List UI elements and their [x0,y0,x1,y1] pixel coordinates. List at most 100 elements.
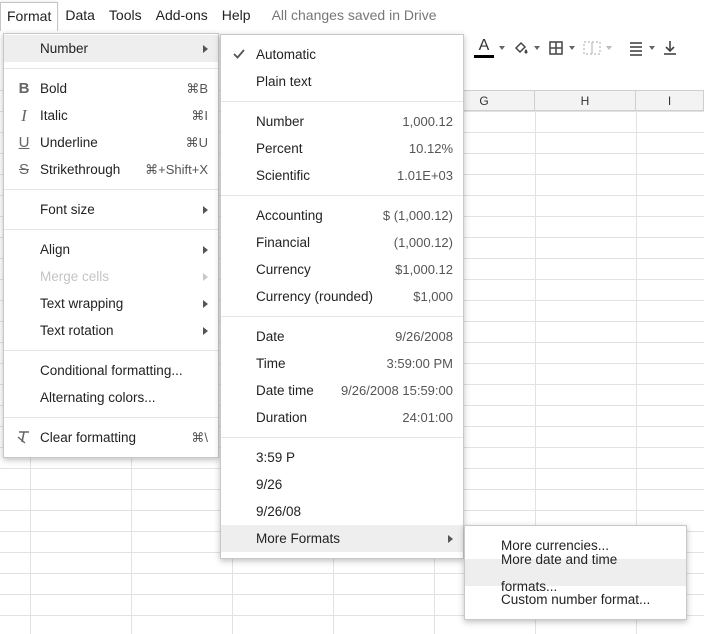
fill-color-button[interactable] [513,35,540,61]
menu-separator [4,350,218,351]
format-example: 9/26/2008 [395,329,453,344]
menu-separator [4,68,218,69]
menu-separator [221,437,463,438]
underline-icon: U [18,134,30,151]
format-alternating-colors-item[interactable]: Alternating colors... [4,384,218,411]
menu-item-label: Percent [256,141,303,156]
menu-help[interactable]: Help [215,2,258,28]
menu-item-label: More Formats [256,531,341,546]
merge-cells-icon [583,41,601,55]
menu-item-label: Italic [40,108,68,123]
menu-item-label: Accounting [256,208,323,223]
text-color-icon: A [474,38,494,58]
menu-separator [221,101,463,102]
menu-item-label: 9/26/08 [256,504,302,519]
format-text-rotation-item[interactable]: Text rotation [4,317,218,344]
borders-icon [549,41,563,55]
checkmark-icon [231,41,247,70]
number-currency-item[interactable]: Currency $1,000.12 [221,256,463,283]
menu-item-label: Currency [256,262,311,277]
menu-item-label: Underline [40,135,98,150]
custom-number-format-item[interactable]: Custom number format... [465,586,686,613]
shortcut: ⌘\ [191,430,208,445]
menu-item-label: Alternating colors... [40,390,156,405]
menu-item-label: 9/26 [256,477,283,492]
menu-tools[interactable]: Tools [102,2,149,28]
text-color-bar [474,55,494,58]
number-date-item[interactable]: Date 9/26/2008 [221,323,463,350]
number-automatic-item[interactable]: Automatic [221,41,463,68]
toolbar: A [462,30,704,66]
borders-button[interactable] [548,35,575,61]
format-underline-item[interactable]: U Underline ⌘U [4,129,218,156]
format-example: $1,000.12 [395,262,453,277]
chevron-down-icon [606,46,612,50]
number-currency-rounded-item[interactable]: Currency (rounded) $1,000 [221,283,463,310]
number-date-time-item[interactable]: Date time 9/26/2008 15:59:00 [221,377,463,404]
menu-item-label: Custom number format... [501,592,651,607]
number-number-item[interactable]: Number 1,000.12 [221,108,463,135]
number-duration-item[interactable]: Duration 24:01:00 [221,404,463,431]
align-icon [630,42,642,56]
strikethrough-icon: S [18,161,29,178]
chevron-down-icon [499,46,505,50]
menu-item-label: Align [40,242,71,257]
menu-separator [221,195,463,196]
text-color-button[interactable]: A [474,35,505,61]
number-financial-item[interactable]: Financial (1,000.12) [221,229,463,256]
merge-cells-button[interactable] [583,35,612,61]
shortcut: ⌘I [191,108,208,123]
more-date-time-formats-item[interactable]: More date and time formats... [465,552,686,594]
menu-item-label: Merge cells [40,269,110,284]
format-example: (1,000.12) [393,235,453,250]
menu-bar: Format Data Tools Add-ons Help All chang… [0,0,704,31]
menu-item-label: Clear formatting [40,430,137,445]
horizontal-align-button[interactable] [628,35,655,61]
format-text-wrapping-item[interactable]: Text wrapping [4,290,218,317]
format-italic-item[interactable]: I Italic ⌘I [4,102,218,129]
submenu-arrow-icon [203,245,208,254]
menu-item-label: Font size [40,202,95,217]
italic-icon: I [21,106,27,125]
menu-addons[interactable]: Add-ons [149,2,215,28]
menu-format[interactable]: Format [0,2,59,31]
number-time-item[interactable]: Time 3:59:00 PM [221,350,463,377]
shortcut: ⌘+Shift+X [145,162,208,177]
number-scientific-item[interactable]: Scientific 1.01E+03 [221,162,463,189]
number-percent-item[interactable]: Percent 10.12% [221,135,463,162]
format-conditional-formatting-item[interactable]: Conditional formatting... [4,357,218,384]
valign-icon [664,41,676,55]
chevron-down-icon [534,46,540,50]
number-custom-time-item[interactable]: 3:59 P [221,444,463,471]
number-plain-text-item[interactable]: Plain text [221,68,463,95]
format-font-size-item[interactable]: Font size [4,196,218,223]
submenu-arrow-icon [448,534,453,543]
format-strikethrough-item[interactable]: S Strikethrough ⌘+Shift+X [4,156,218,183]
menu-item-label: Plain text [256,74,312,89]
number-more-formats-item[interactable]: More Formats [221,525,463,552]
submenu-arrow-icon [203,272,208,281]
number-accounting-item[interactable]: Accounting $ (1,000.12) [221,202,463,229]
vertical-align-button[interactable] [663,35,677,61]
format-clear-formatting-item[interactable]: Clear formatting ⌘\ [4,424,218,451]
shortcut: ⌘U [185,135,208,150]
format-example: 1,000.12 [402,114,453,129]
column-header-h[interactable]: H [535,90,636,111]
number-custom-date-item[interactable]: 9/26/08 [221,498,463,525]
save-status[interactable]: All changes saved in Drive [272,7,437,23]
menu-separator [4,189,218,190]
format-bold-item[interactable]: B Bold ⌘B [4,75,218,102]
format-example: 3:59:00 PM [386,356,454,371]
menu-item-label: Number [40,41,89,56]
menu-item-label: Text rotation [40,323,114,338]
column-header-i[interactable]: I [636,90,704,111]
menu-data[interactable]: Data [58,2,102,28]
menu-item-label: Bold [40,81,68,96]
menu-item-label: Automatic [256,47,317,62]
submenu-arrow-icon [203,299,208,308]
number-custom-date-short-item[interactable]: 9/26 [221,471,463,498]
bold-icon: B [18,80,30,97]
menu-item-label: Duration [256,410,308,425]
format-number-item[interactable]: Number [4,35,218,62]
format-align-item[interactable]: Align [4,236,218,263]
